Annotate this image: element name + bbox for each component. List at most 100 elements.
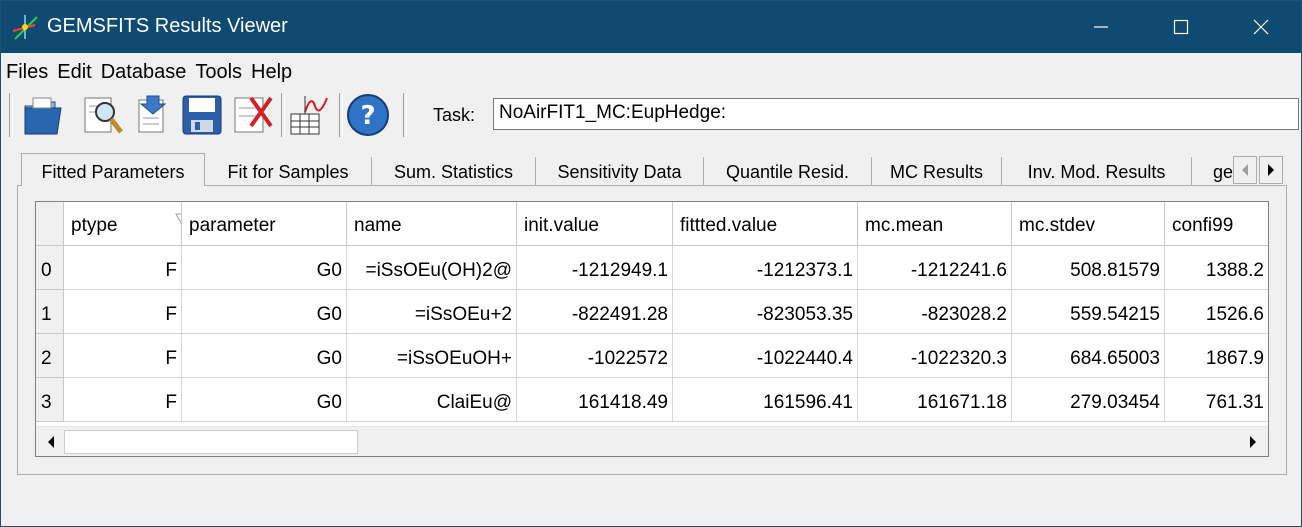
open-folder-icon	[24, 97, 62, 135]
tab-scroll-right[interactable]	[1259, 156, 1283, 184]
search-button[interactable]	[81, 92, 127, 138]
row-header[interactable]: 0	[36, 246, 64, 290]
table-cell[interactable]: 559.54215	[1012, 290, 1165, 334]
tab-fit-for-samples[interactable]: Fit for Samples	[205, 157, 372, 186]
save-disk-icon	[182, 95, 222, 135]
delete-document-icon	[234, 96, 273, 133]
tab-mc-results[interactable]: MC Results	[872, 157, 1002, 186]
toolbar-grip[interactable]	[403, 93, 407, 137]
minimize-button[interactable]	[1061, 1, 1141, 53]
table-cell[interactable]: 508.81579	[1012, 246, 1165, 290]
title-bar[interactable]: GEMSFITS Results Viewer	[1, 1, 1301, 53]
close-icon	[1253, 19, 1269, 35]
table-cell[interactable]: -823028.2	[858, 290, 1012, 334]
chart-button[interactable]	[287, 92, 333, 138]
column-header-confi99[interactable]: confi99	[1165, 202, 1268, 246]
scrollbar-thumb[interactable]	[64, 430, 358, 454]
tab-quantile-resid[interactable]: Quantile Resid.	[704, 157, 872, 186]
table-cell[interactable]: G0	[182, 246, 347, 290]
open-button[interactable]	[21, 92, 67, 138]
table-cell[interactable]: 161418.49	[517, 378, 673, 422]
table-cell[interactable]: =iSsOEuOH+	[347, 334, 517, 378]
row-header[interactable]: 1	[36, 290, 64, 334]
svg-text:?: ?	[360, 101, 375, 131]
minimize-icon	[1094, 26, 1108, 28]
table-cell[interactable]: =iSsOEu(OH)2@	[347, 246, 517, 290]
column-header-mc-stdev[interactable]: mc.stdev	[1012, 202, 1165, 246]
maximize-icon	[1173, 19, 1189, 35]
window-title: GEMSFITS Results Viewer	[47, 15, 288, 37]
task-label: Task:	[433, 105, 476, 125]
table-cell[interactable]: F	[64, 334, 182, 378]
row-header[interactable]: 3	[36, 378, 64, 422]
help-icon: ?	[347, 94, 389, 136]
menu-edit[interactable]: Edit	[52, 59, 95, 85]
horizontal-scrollbar[interactable]	[36, 426, 1268, 456]
task-field[interactable]: NoAirFIT1_MC:EupHedge:	[493, 98, 1299, 130]
column-header-fitted-value[interactable]: fittted.value	[673, 202, 858, 246]
import-button[interactable]	[129, 92, 175, 138]
column-header-label: ptype	[71, 215, 118, 236]
table-corner[interactable]	[36, 202, 64, 246]
toolbar-grip[interactable]	[9, 93, 13, 137]
tab-fitted-parameters[interactable]: Fitted Parameters	[21, 153, 205, 186]
table-cell[interactable]: =iSsOEu+2	[347, 290, 517, 334]
close-button[interactable]	[1221, 1, 1301, 53]
menu-tools[interactable]: Tools	[190, 59, 246, 85]
help-button[interactable]: ?	[345, 92, 391, 138]
column-header-parameter[interactable]: parameter	[182, 202, 347, 246]
table-cell[interactable]: ClaiEu@	[347, 378, 517, 422]
table-cell[interactable]: 1388.2	[1165, 246, 1268, 290]
arrow-right-icon	[1250, 436, 1256, 448]
column-header-name[interactable]: name	[347, 202, 517, 246]
toolbar-separator	[281, 93, 285, 137]
table-cell[interactable]: 1867.9	[1165, 334, 1268, 378]
column-header-mc-mean[interactable]: mc.mean	[858, 202, 1012, 246]
toolbar-separator	[339, 93, 343, 137]
table-cell[interactable]: F	[64, 378, 182, 422]
column-header-init-value[interactable]: init.value	[517, 202, 673, 246]
scroll-right-button[interactable]	[1240, 429, 1266, 455]
arrow-left-icon	[48, 436, 54, 448]
table-cell[interactable]: -1022572	[517, 334, 673, 378]
table-cell[interactable]: 279.03454	[1012, 378, 1165, 422]
app-chart-icon	[12, 15, 38, 40]
results-table[interactable]: ptype parameter name init.value fittted.…	[35, 201, 1269, 457]
table-cell[interactable]: 161596.41	[673, 378, 858, 422]
table-cell[interactable]: -1022320.3	[858, 334, 1012, 378]
table-cell[interactable]: -822491.28	[517, 290, 673, 334]
table-cell[interactable]: F	[64, 246, 182, 290]
table-cell[interactable]: -1212373.1	[673, 246, 858, 290]
tab-sensitivity-data[interactable]: Sensitivity Data	[536, 157, 704, 186]
chart-table-icon	[290, 96, 328, 135]
table-cell[interactable]: 161671.18	[858, 378, 1012, 422]
menu-files[interactable]: Files	[1, 59, 52, 85]
menu-bar: Files Edit Database Tools Help	[1, 59, 296, 85]
delete-button[interactable]	[229, 92, 275, 138]
table-cell[interactable]: 1526.6	[1165, 290, 1268, 334]
table-cell[interactable]: G0	[182, 378, 347, 422]
table-cell[interactable]: G0	[182, 290, 347, 334]
table-cell[interactable]: -1212949.1	[517, 246, 673, 290]
table-cell[interactable]: -823053.35	[673, 290, 858, 334]
scroll-left-button[interactable]	[38, 429, 64, 455]
tab-scroll-left[interactable]	[1233, 156, 1257, 184]
column-header-ptype[interactable]: ptype	[64, 202, 182, 246]
table-cell[interactable]: G0	[182, 334, 347, 378]
table-cell[interactable]: F	[64, 290, 182, 334]
row-header[interactable]: 2	[36, 334, 64, 378]
sort-indicator-icon	[175, 213, 181, 224]
table-cell[interactable]: 684.65003	[1012, 334, 1165, 378]
tab-bar: Fitted Parameters Fit for Samples Sum. S…	[17, 153, 1287, 186]
save-button[interactable]	[179, 92, 225, 138]
chevron-left-icon	[1242, 164, 1248, 176]
menu-help[interactable]: Help	[246, 59, 296, 85]
table-cell[interactable]: 761.31	[1165, 378, 1268, 422]
maximize-button[interactable]	[1141, 1, 1221, 53]
import-document-icon	[138, 95, 167, 133]
table-cell[interactable]: -1022440.4	[673, 334, 858, 378]
table-cell[interactable]: -1212241.6	[858, 246, 1012, 290]
tab-sum-statistics[interactable]: Sum. Statistics	[372, 157, 536, 186]
tab-inv-mod-results[interactable]: Inv. Mod. Results	[1002, 157, 1192, 186]
menu-database[interactable]: Database	[96, 59, 191, 85]
